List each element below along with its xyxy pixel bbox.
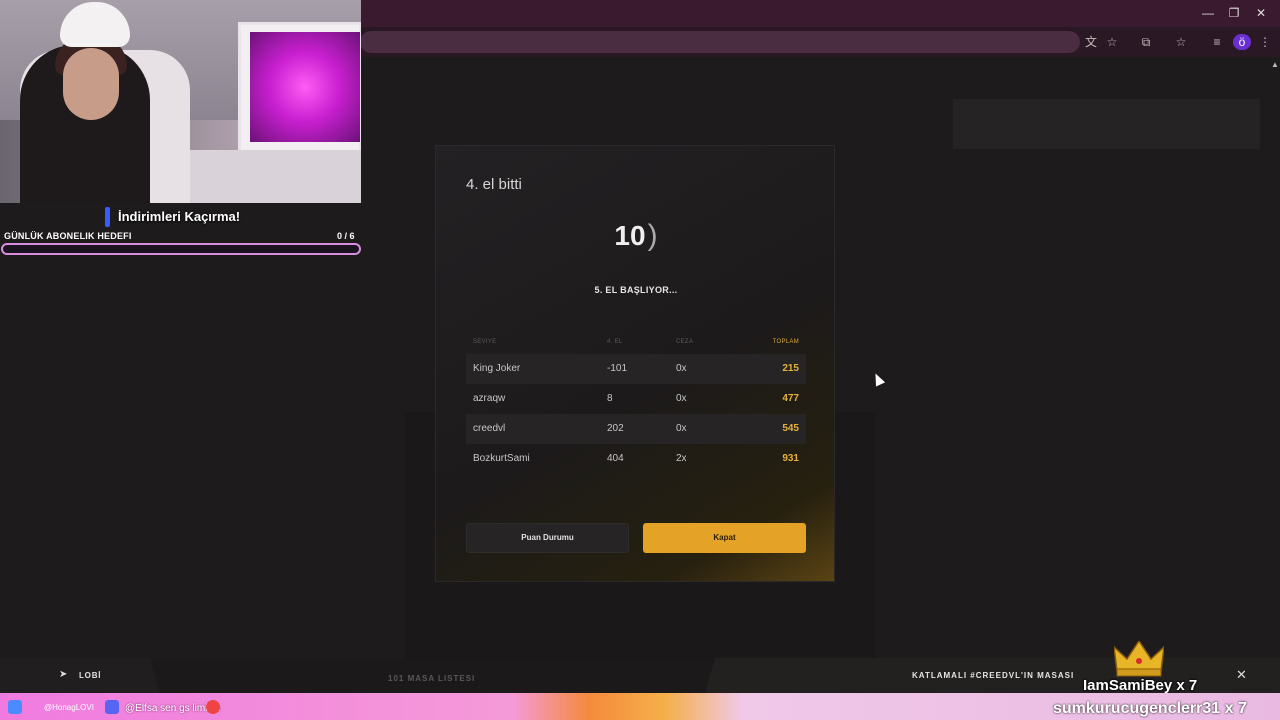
player-name: creedvl [473,423,506,434]
col-total: TOPLAM [772,339,799,345]
player-name: BozkurtSami [473,453,530,464]
goal-progress-bar [1,243,361,255]
hand-score: 404 [607,453,624,464]
modal-title: 4. el bitti [466,176,522,193]
discord-icon[interactable] [105,700,119,714]
countdown-value: 10 [614,220,646,251]
scroll-up-icon[interactable]: ▲ [1271,60,1279,69]
penalty: 0x [676,363,687,374]
table-row: King Joker -101 0x 215 [466,354,806,384]
bookmarks-icon[interactable]: ☆ [1172,34,1190,50]
webcam-overlay [0,0,361,203]
translate-icon[interactable]: 文 [1082,34,1100,50]
total-score: 477 [782,393,799,404]
countdown: 10) [436,219,836,253]
player-name: King Joker [473,363,521,374]
next-round-label: 5. EL BAŞLIYOR... [594,285,678,295]
penalty: 0x [676,393,687,404]
hand-score: 8 [607,393,613,404]
round-result-modal: 4. el bitti 10) 5. EL BAŞLIYOR... SEVIYE… [435,145,835,582]
penalty: 0x [676,423,687,434]
menu-icon[interactable]: ⋮ [1256,34,1274,50]
score-status-button[interactable]: Puan Durumu [466,523,629,553]
close-button[interactable]: Kapat [643,523,806,553]
crown-icon [1114,641,1164,677]
hand-score: -101 [607,363,628,374]
hand-score: 202 [607,423,624,434]
total-score: 545 [782,423,799,434]
ticker-gift: sumkurucugenclerr31 x 7 [1053,700,1247,717]
col-hand: 4. EL [607,339,623,345]
maximize-icon[interactable]: ❐ [1223,5,1245,21]
ticker-tag: @HonagLOVI [44,703,94,712]
media-icon[interactable]: ≡ [1208,34,1226,50]
close-icon[interactable]: ✕ [1236,667,1247,683]
address-bar[interactable] [360,31,1080,53]
chrome-icon[interactable] [206,700,220,714]
extensions-icon[interactable]: ⧉ [1137,34,1155,50]
table-list-tab[interactable]: 101 MASA LISTESI [388,674,475,683]
pc-glow [250,32,360,142]
profile-avatar[interactable]: ö [1233,34,1251,50]
minimize-icon[interactable]: — [1197,5,1219,21]
table-row: BozkurtSami 404 2x 931 [466,444,806,474]
penalty: 2x [676,453,687,464]
close-window-icon[interactable]: ✕ [1250,5,1272,21]
lobby-label[interactable]: LOBİ [79,671,101,680]
current-table-name: KATLAMALI #CREEDVL'IN MASASI [912,671,1075,680]
promo-text: İndirimleri Kaçırma! [118,209,241,224]
countdown-ring-icon: ) [647,219,658,252]
total-score: 931 [782,453,799,464]
windows-icon[interactable] [8,700,22,714]
navigate-icon: ➤ [59,669,68,680]
col-penalty: CEZA [676,339,694,345]
player-name: azraqw [473,393,506,404]
table-header: SEVIYE 4. EL CEZA TOPLAM [466,334,806,354]
goal-count: 0 / 6 [337,231,355,241]
table-row: creedvl 202 0x 545 [466,414,806,444]
background-panel [953,99,1260,149]
goal-label: GÜNLÜK ABONELIK HEDEFI [4,231,132,241]
col-level: SEVIYE [473,339,497,345]
promo-icon [105,207,110,227]
bookmark-star-icon[interactable]: ☆ [1103,34,1121,50]
score-table: SEVIYE 4. EL CEZA TOPLAM King Joker -101… [466,334,806,474]
total-score: 215 [782,363,799,374]
table-row: azraqw 8 0x 477 [466,384,806,414]
gift-username: IamSamiBey x 7 [1083,677,1198,694]
